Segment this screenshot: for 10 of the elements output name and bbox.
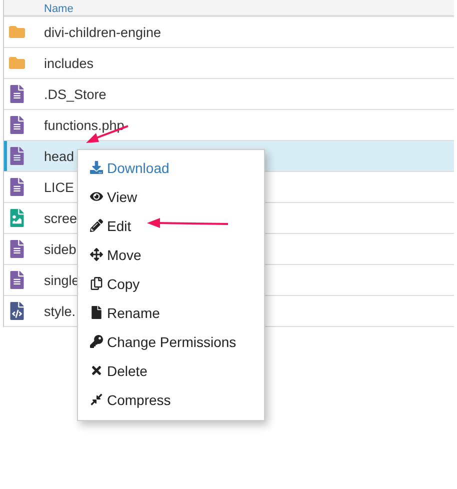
file-name: LICE xyxy=(44,180,74,194)
file-name: scree xyxy=(44,210,78,226)
file-name: single xyxy=(44,272,80,288)
file-name: functions.php xyxy=(44,118,124,132)
file-name: head xyxy=(44,148,74,164)
file-name: style. xyxy=(44,304,76,318)
file-name: sideb xyxy=(44,242,76,256)
file-name: .DS_Store xyxy=(44,86,106,102)
file-name: divi-children-engine xyxy=(44,24,162,40)
file-name: includes xyxy=(44,56,94,70)
